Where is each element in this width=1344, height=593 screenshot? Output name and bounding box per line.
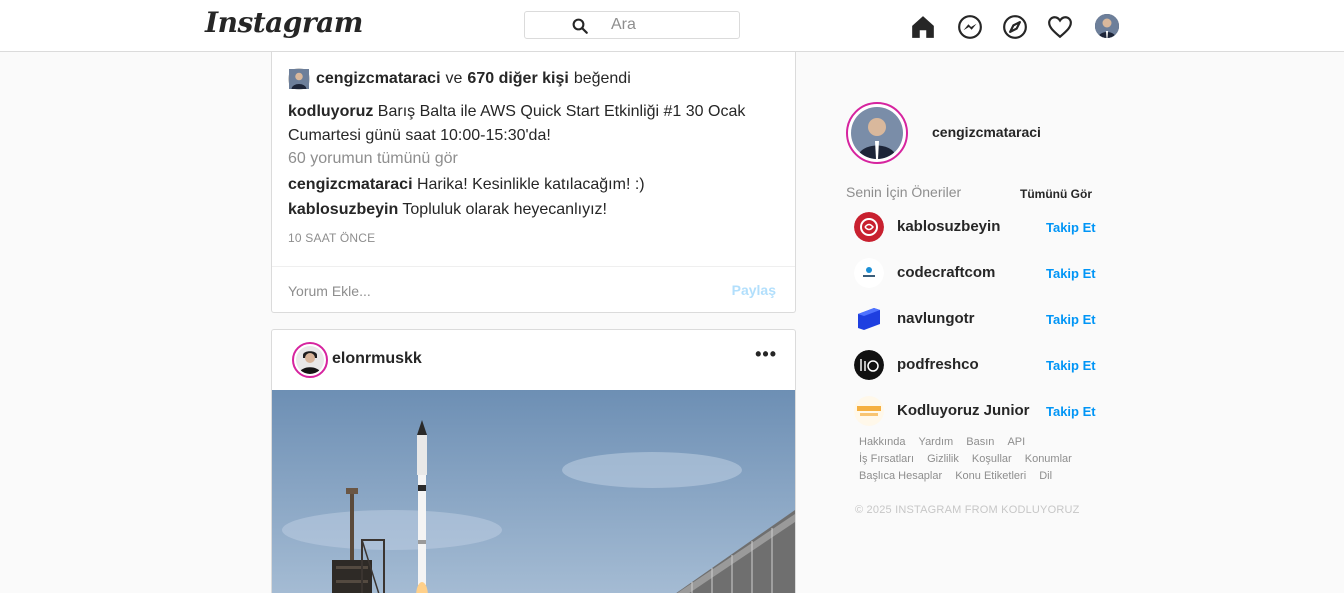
author-photo xyxy=(296,346,324,374)
codecraftcom-avatar[interactable] xyxy=(854,258,884,288)
suggestion-username[interactable]: Kodluyoruz Junior xyxy=(897,402,1030,419)
post-author-username[interactable]: elonrmuskk xyxy=(332,350,422,368)
footer-link[interactable]: İş Fırsatları xyxy=(859,451,914,468)
footer-link[interactable]: Konu Etiketleri xyxy=(955,468,1026,485)
footer-link[interactable]: Koşullar xyxy=(972,451,1012,468)
liker-avatar[interactable] xyxy=(288,68,310,90)
liker-username[interactable]: cengizcmataraci xyxy=(316,70,441,88)
profile-avatar[interactable] xyxy=(1095,14,1119,38)
rocket-launch-photo xyxy=(272,390,795,593)
home-icon[interactable] xyxy=(910,14,936,40)
current-username[interactable]: cengizcmataraci xyxy=(932,124,1041,140)
caption-username[interactable]: kodluyoruz xyxy=(288,103,373,120)
suggestion-item: navlungotr Takip Et xyxy=(854,304,1099,336)
comment-username[interactable]: kablosuzbeyin xyxy=(288,201,398,218)
suggestion-username[interactable]: kablosuzbeyin xyxy=(897,218,1000,235)
footer-link[interactable]: Gizlilik xyxy=(927,451,959,468)
comment-input[interactable] xyxy=(288,281,708,301)
follow-button[interactable]: Takip Et xyxy=(1046,404,1096,419)
post-timestamp: 10 SAAT ÖNCE xyxy=(288,231,376,245)
search-box[interactable] xyxy=(524,11,740,39)
footer-link[interactable]: Basın xyxy=(966,434,994,451)
suggestion-username[interactable]: navlungotr xyxy=(897,310,975,327)
view-all-comments-link[interactable]: 60 yorumun tümünü gör xyxy=(288,150,458,168)
podfreshco-avatar[interactable] xyxy=(854,350,884,380)
explore-icon[interactable] xyxy=(1002,14,1028,40)
footer-link[interactable]: Yardım xyxy=(919,434,954,451)
suggestion-item: kablosuzbeyin Takip Et xyxy=(854,212,1099,244)
search-input[interactable] xyxy=(611,15,731,35)
comment: kablosuzbeyin Topluluk olarak heyecanlıy… xyxy=(288,201,607,219)
add-comment-bar: Paylaş xyxy=(272,266,795,312)
suggestion-username[interactable]: podfreshco xyxy=(897,356,979,373)
footer-link[interactable]: Başlıca Hesaplar xyxy=(859,468,942,485)
search-icon xyxy=(572,18,588,34)
more-options-icon[interactable]: ••• xyxy=(755,344,777,365)
footer-links: Hakkında Yardım Basın API İş Fırsatları … xyxy=(859,434,1099,485)
likes-line: cengizcmataraci ve 670 diğer kişi beğend… xyxy=(288,67,636,91)
likes-count[interactable]: 670 diğer kişi xyxy=(467,70,568,88)
post-author-avatar[interactable] xyxy=(292,342,328,378)
follow-button[interactable]: Takip Et xyxy=(1046,266,1096,281)
kodluyoruz-junior-avatar[interactable] xyxy=(854,396,884,426)
footer-link[interactable]: Hakkında xyxy=(859,434,905,451)
liker-photo xyxy=(289,69,309,89)
follow-button[interactable]: Takip Et xyxy=(1046,220,1096,235)
footer-link[interactable]: Dil xyxy=(1039,468,1052,485)
follow-button[interactable]: Takip Et xyxy=(1046,312,1096,327)
copyright: © 2025 INSTAGRAM FROM KODLUYORUZ xyxy=(855,504,1080,516)
follow-button[interactable]: Takip Et xyxy=(1046,358,1096,373)
comment: cengizcmataraci Harika! Kesinlikle katıl… xyxy=(288,176,645,194)
feed-post: elonrmuskk ••• xyxy=(271,329,796,593)
current-user-avatar[interactable] xyxy=(846,102,908,164)
post-comment-button[interactable]: Paylaş xyxy=(732,282,776,298)
post-image[interactable] xyxy=(272,390,795,593)
comment-username[interactable]: cengizcmataraci xyxy=(288,176,413,193)
messenger-icon[interactable] xyxy=(957,14,983,40)
instagram-logo[interactable]: Instagram xyxy=(205,6,363,39)
navlungotr-avatar[interactable] xyxy=(854,304,884,334)
comment-text: Harika! Kesinlikle katılacağım! :) xyxy=(416,176,645,193)
suggestion-item: codecraftcom Takip Et xyxy=(854,258,1099,290)
footer-link[interactable]: API xyxy=(1007,434,1025,451)
kablosuzbeyin-avatar[interactable] xyxy=(854,212,884,242)
see-all-link[interactable]: Tümünü Gör xyxy=(1020,187,1092,201)
suggestion-item: podfreshco Takip Et xyxy=(854,350,1099,382)
comment-text: Topluluk olarak heyecanlıyız! xyxy=(402,201,607,218)
top-nav: Instagram xyxy=(0,0,1344,52)
profile-photo xyxy=(1095,14,1119,38)
suggestion-username[interactable]: codecraftcom xyxy=(897,264,995,281)
likes-conjunction: ve xyxy=(445,70,463,87)
footer-link[interactable]: Konumlar xyxy=(1025,451,1072,468)
post-caption: kodluyoruz Barış Balta ile AWS Quick Sta… xyxy=(288,100,758,148)
suggestions-title: Senin İçin Öneriler xyxy=(846,184,962,200)
suggestion-item: Kodluyoruz Junior Takip Et xyxy=(854,396,1099,428)
feed-post: cengizcmataraci ve 670 diğer kişi beğend… xyxy=(271,20,796,313)
post-header: elonrmuskk ••• xyxy=(272,330,795,389)
current-user-photo xyxy=(851,107,903,159)
likes-suffix: beğendi xyxy=(573,70,631,87)
heart-icon[interactable] xyxy=(1047,14,1073,40)
